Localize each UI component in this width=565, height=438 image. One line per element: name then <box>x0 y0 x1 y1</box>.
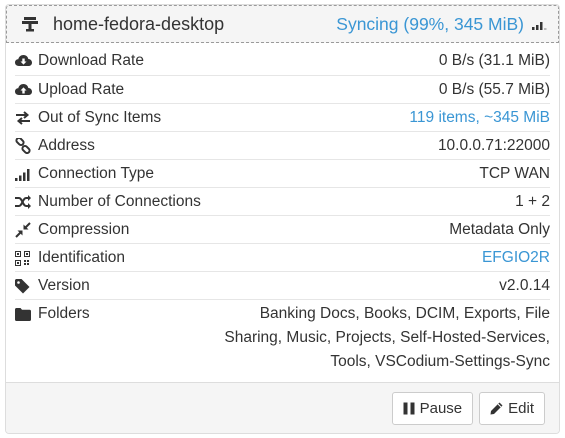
device-panel-footer: Pause Edit <box>6 382 559 433</box>
row-connections: Number of Connections 1 + 2 <box>15 187 550 215</box>
compression-value: Metadata Only <box>449 221 550 238</box>
device-panel-heading[interactable]: home-fedora-desktop Syncing (99%, 345 Mi… <box>6 5 559 43</box>
row-label: Number of Connections <box>38 193 201 210</box>
row-address: Address 10.0.0.71:22000 <box>15 131 550 159</box>
device-panel: home-fedora-desktop Syncing (99%, 345 Mi… <box>5 4 560 434</box>
row-label: Compression <box>38 221 130 238</box>
signal-icon <box>532 18 548 30</box>
folder-icon <box>15 304 33 324</box>
exchange-icon <box>15 108 33 128</box>
version-value: v2.0.14 <box>499 277 550 294</box>
sync-status: Syncing (99%, 345 MiB) <box>336 13 524 34</box>
row-label: Identification <box>38 249 126 266</box>
row-label: Address <box>38 137 95 154</box>
device-name: home-fedora-desktop <box>53 13 225 34</box>
row-upload-rate: Upload Rate 0 B/s (55.7 MiB) <box>15 75 550 103</box>
connection-type-value: TCP WAN <box>479 165 550 182</box>
row-label: Folders <box>38 305 90 322</box>
out-of-sync-link[interactable]: 119 items, ~345 MiB <box>409 108 550 128</box>
row-compression: Compression Metadata Only <box>15 215 550 243</box>
row-label: Out of Sync Items <box>38 109 162 126</box>
signal-icon <box>15 164 33 184</box>
folders-value: Banking Docs, Books, DCIM, Exports, File… <box>224 305 550 370</box>
row-label: Connection Type <box>38 165 155 182</box>
edit-button[interactable]: Edit <box>479 391 545 425</box>
pause-button-label: Pause <box>419 399 463 417</box>
pause-button[interactable]: Pause <box>391 391 474 425</box>
row-label: Upload Rate <box>38 81 125 98</box>
cloud-download-icon <box>15 51 33 71</box>
row-download-rate: Download Rate 0 B/s (31.1 MiB) <box>15 47 550 75</box>
cloud-upload-icon <box>15 80 33 100</box>
row-version: Version v2.0.14 <box>15 271 550 299</box>
upload-rate-value: 0 B/s (55.7 MiB) <box>438 81 550 98</box>
row-identification: Identification EFGIO2R <box>15 243 550 271</box>
random-icon <box>15 192 33 212</box>
connections-value: 1 + 2 <box>515 193 550 210</box>
row-out-of-sync: Out of Sync Items 119 items, ~345 MiB <box>15 103 550 131</box>
tag-icon <box>15 276 33 296</box>
device-details: Download Rate 0 B/s (31.1 MiB) Upload Ra… <box>6 43 559 377</box>
pause-icon <box>403 402 415 415</box>
compress-icon <box>15 220 33 240</box>
row-connection-type: Connection Type TCP WAN <box>15 159 550 187</box>
identification-link[interactable]: EFGIO2R <box>482 248 550 268</box>
row-label: Download Rate <box>38 52 144 69</box>
qrcode-icon <box>15 248 33 268</box>
row-label: Version <box>38 277 90 294</box>
device-icon <box>19 13 41 35</box>
download-rate-value: 0 B/s (31.1 MiB) <box>438 52 550 69</box>
edit-button-label: Edit <box>508 399 534 417</box>
pencil-icon <box>490 402 503 415</box>
address-value: 10.0.0.71:22000 <box>437 137 550 154</box>
link-icon <box>15 136 33 156</box>
row-folders: Folders Banking Docs, Books, DCIM, Expor… <box>15 299 550 377</box>
